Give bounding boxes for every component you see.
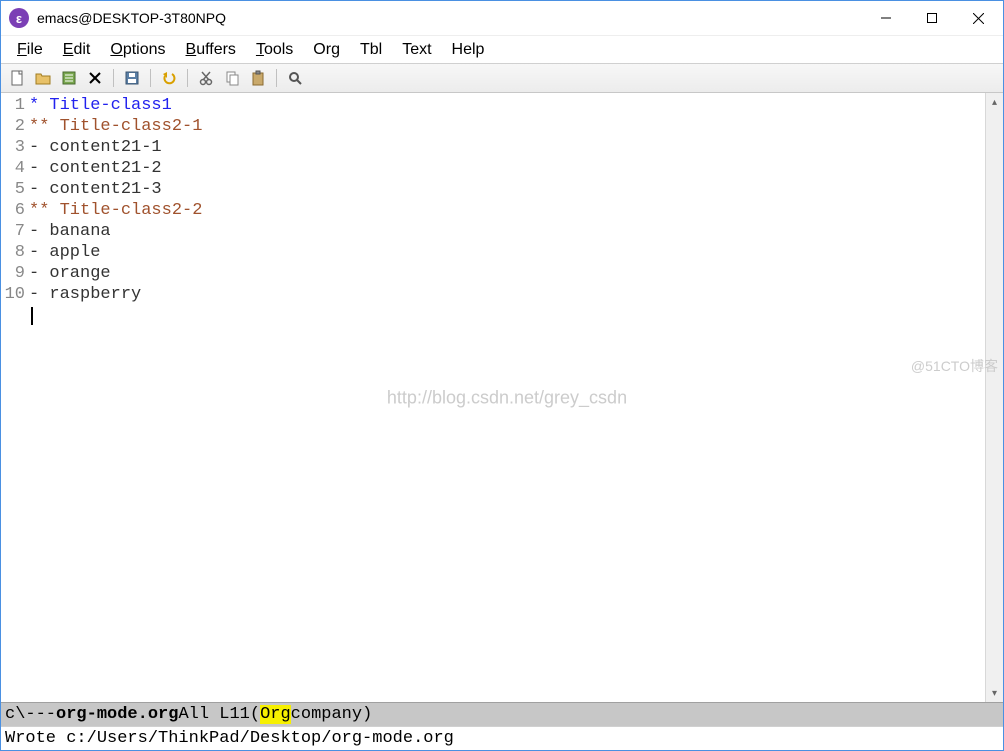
- emacs-window: ε emacs@DESKTOP-3T80NPQ File Edit Option…: [0, 0, 1004, 751]
- line-number: 8: [1, 242, 29, 263]
- buffer-line[interactable]: - content21-3: [29, 179, 985, 200]
- undo-icon: [161, 70, 177, 86]
- close-icon: [88, 71, 102, 85]
- buffer-line[interactable]: - raspberry: [29, 284, 985, 305]
- menu-help[interactable]: Help: [442, 39, 495, 61]
- buffer-line[interactable]: - orange: [29, 263, 985, 284]
- echo-area-text: Wrote c:/Users/ThinkPad/Desktop/org-mode…: [5, 729, 454, 748]
- search-icon: [287, 70, 303, 86]
- line-number: 3: [1, 137, 29, 158]
- dired-button[interactable]: [57, 67, 81, 89]
- watermark-text: http://blog.csdn.net/grey_csdn: [387, 387, 627, 408]
- line-number: 9: [1, 263, 29, 284]
- editor-area: 12345678910 http://blog.csdn.net/grey_cs…: [1, 93, 1003, 702]
- buffer-line[interactable]: - content21-1: [29, 137, 985, 158]
- emacs-app-icon: ε: [9, 8, 29, 28]
- text-buffer[interactable]: http://blog.csdn.net/grey_csdn * Title-c…: [29, 93, 985, 702]
- save-button[interactable]: [120, 67, 144, 89]
- vertical-scrollbar[interactable]: ▴ ▾: [985, 93, 1003, 702]
- paste-button[interactable]: [246, 67, 270, 89]
- window-title: emacs@DESKTOP-3T80NPQ: [37, 10, 226, 26]
- dired-icon: [61, 70, 77, 86]
- buffer-line[interactable]: - content21-2: [29, 158, 985, 179]
- line-number: 5: [1, 179, 29, 200]
- cut-button[interactable]: [194, 67, 218, 89]
- line-number: 1: [1, 95, 29, 116]
- modeline-status: c\---: [5, 705, 56, 724]
- close-button[interactable]: [955, 3, 1001, 33]
- menu-edit[interactable]: Edit: [53, 39, 101, 61]
- line-number: 10: [1, 284, 29, 305]
- toolbar-separator: [276, 69, 277, 87]
- buffer-line[interactable]: ** Title-class2-1: [29, 116, 985, 137]
- line-number: 4: [1, 158, 29, 179]
- paste-icon: [250, 70, 266, 86]
- undo-button[interactable]: [157, 67, 181, 89]
- search-button[interactable]: [283, 67, 307, 89]
- corner-watermark: @51CTO博客: [911, 356, 998, 376]
- titlebar: ε emacs@DESKTOP-3T80NPQ: [1, 1, 1003, 35]
- menu-text[interactable]: Text: [392, 39, 441, 61]
- buffer-line[interactable]: ** Title-class2-2: [29, 200, 985, 221]
- toolbar: [1, 63, 1003, 93]
- menu-file[interactable]: File: [7, 39, 53, 61]
- kill-buffer-button[interactable]: [83, 67, 107, 89]
- menu-tbl[interactable]: Tbl: [350, 39, 392, 61]
- modeline-position: All L11: [178, 705, 249, 724]
- cut-icon: [198, 70, 214, 86]
- line-number: 7: [1, 221, 29, 242]
- modeline-filename: org-mode.org: [56, 705, 178, 724]
- new-file-icon: [9, 70, 25, 86]
- line-number: 2: [1, 116, 29, 137]
- text-cursor: [31, 307, 33, 325]
- buffer-line[interactable]: - apple: [29, 242, 985, 263]
- menu-tools[interactable]: Tools: [246, 39, 303, 61]
- toolbar-separator: [187, 69, 188, 87]
- modeline[interactable]: c\--- org-mode.org All L11 (Org company): [1, 702, 1003, 726]
- copy-button[interactable]: [220, 67, 244, 89]
- menubar: File Edit Options Buffers Tools Org Tbl …: [1, 35, 1003, 63]
- copy-icon: [224, 70, 240, 86]
- menu-options[interactable]: Options: [100, 39, 175, 61]
- toolbar-separator: [150, 69, 151, 87]
- scroll-down-icon[interactable]: ▾: [986, 684, 1003, 702]
- new-file-button[interactable]: [5, 67, 29, 89]
- buffer-line[interactable]: * Title-class1: [29, 95, 985, 116]
- maximize-button[interactable]: [909, 3, 955, 33]
- modeline-major-mode: Org: [260, 705, 291, 724]
- scroll-up-icon[interactable]: ▴: [986, 93, 1003, 111]
- save-icon: [124, 70, 140, 86]
- cursor-line[interactable]: [29, 305, 985, 326]
- modeline-minor-modes: company): [291, 705, 373, 724]
- modeline-mode-open: (: [250, 705, 260, 724]
- line-number-gutter: 12345678910: [1, 93, 29, 702]
- minimize-button[interactable]: [863, 3, 909, 33]
- line-number: 6: [1, 200, 29, 221]
- minibuffer[interactable]: Wrote c:/Users/ThinkPad/Desktop/org-mode…: [1, 726, 1003, 750]
- buffer-line[interactable]: - banana: [29, 221, 985, 242]
- menu-buffers[interactable]: Buffers: [176, 39, 246, 61]
- menu-org[interactable]: Org: [303, 39, 350, 61]
- toolbar-separator: [113, 69, 114, 87]
- open-folder-icon: [35, 70, 51, 86]
- open-file-button[interactable]: [31, 67, 55, 89]
